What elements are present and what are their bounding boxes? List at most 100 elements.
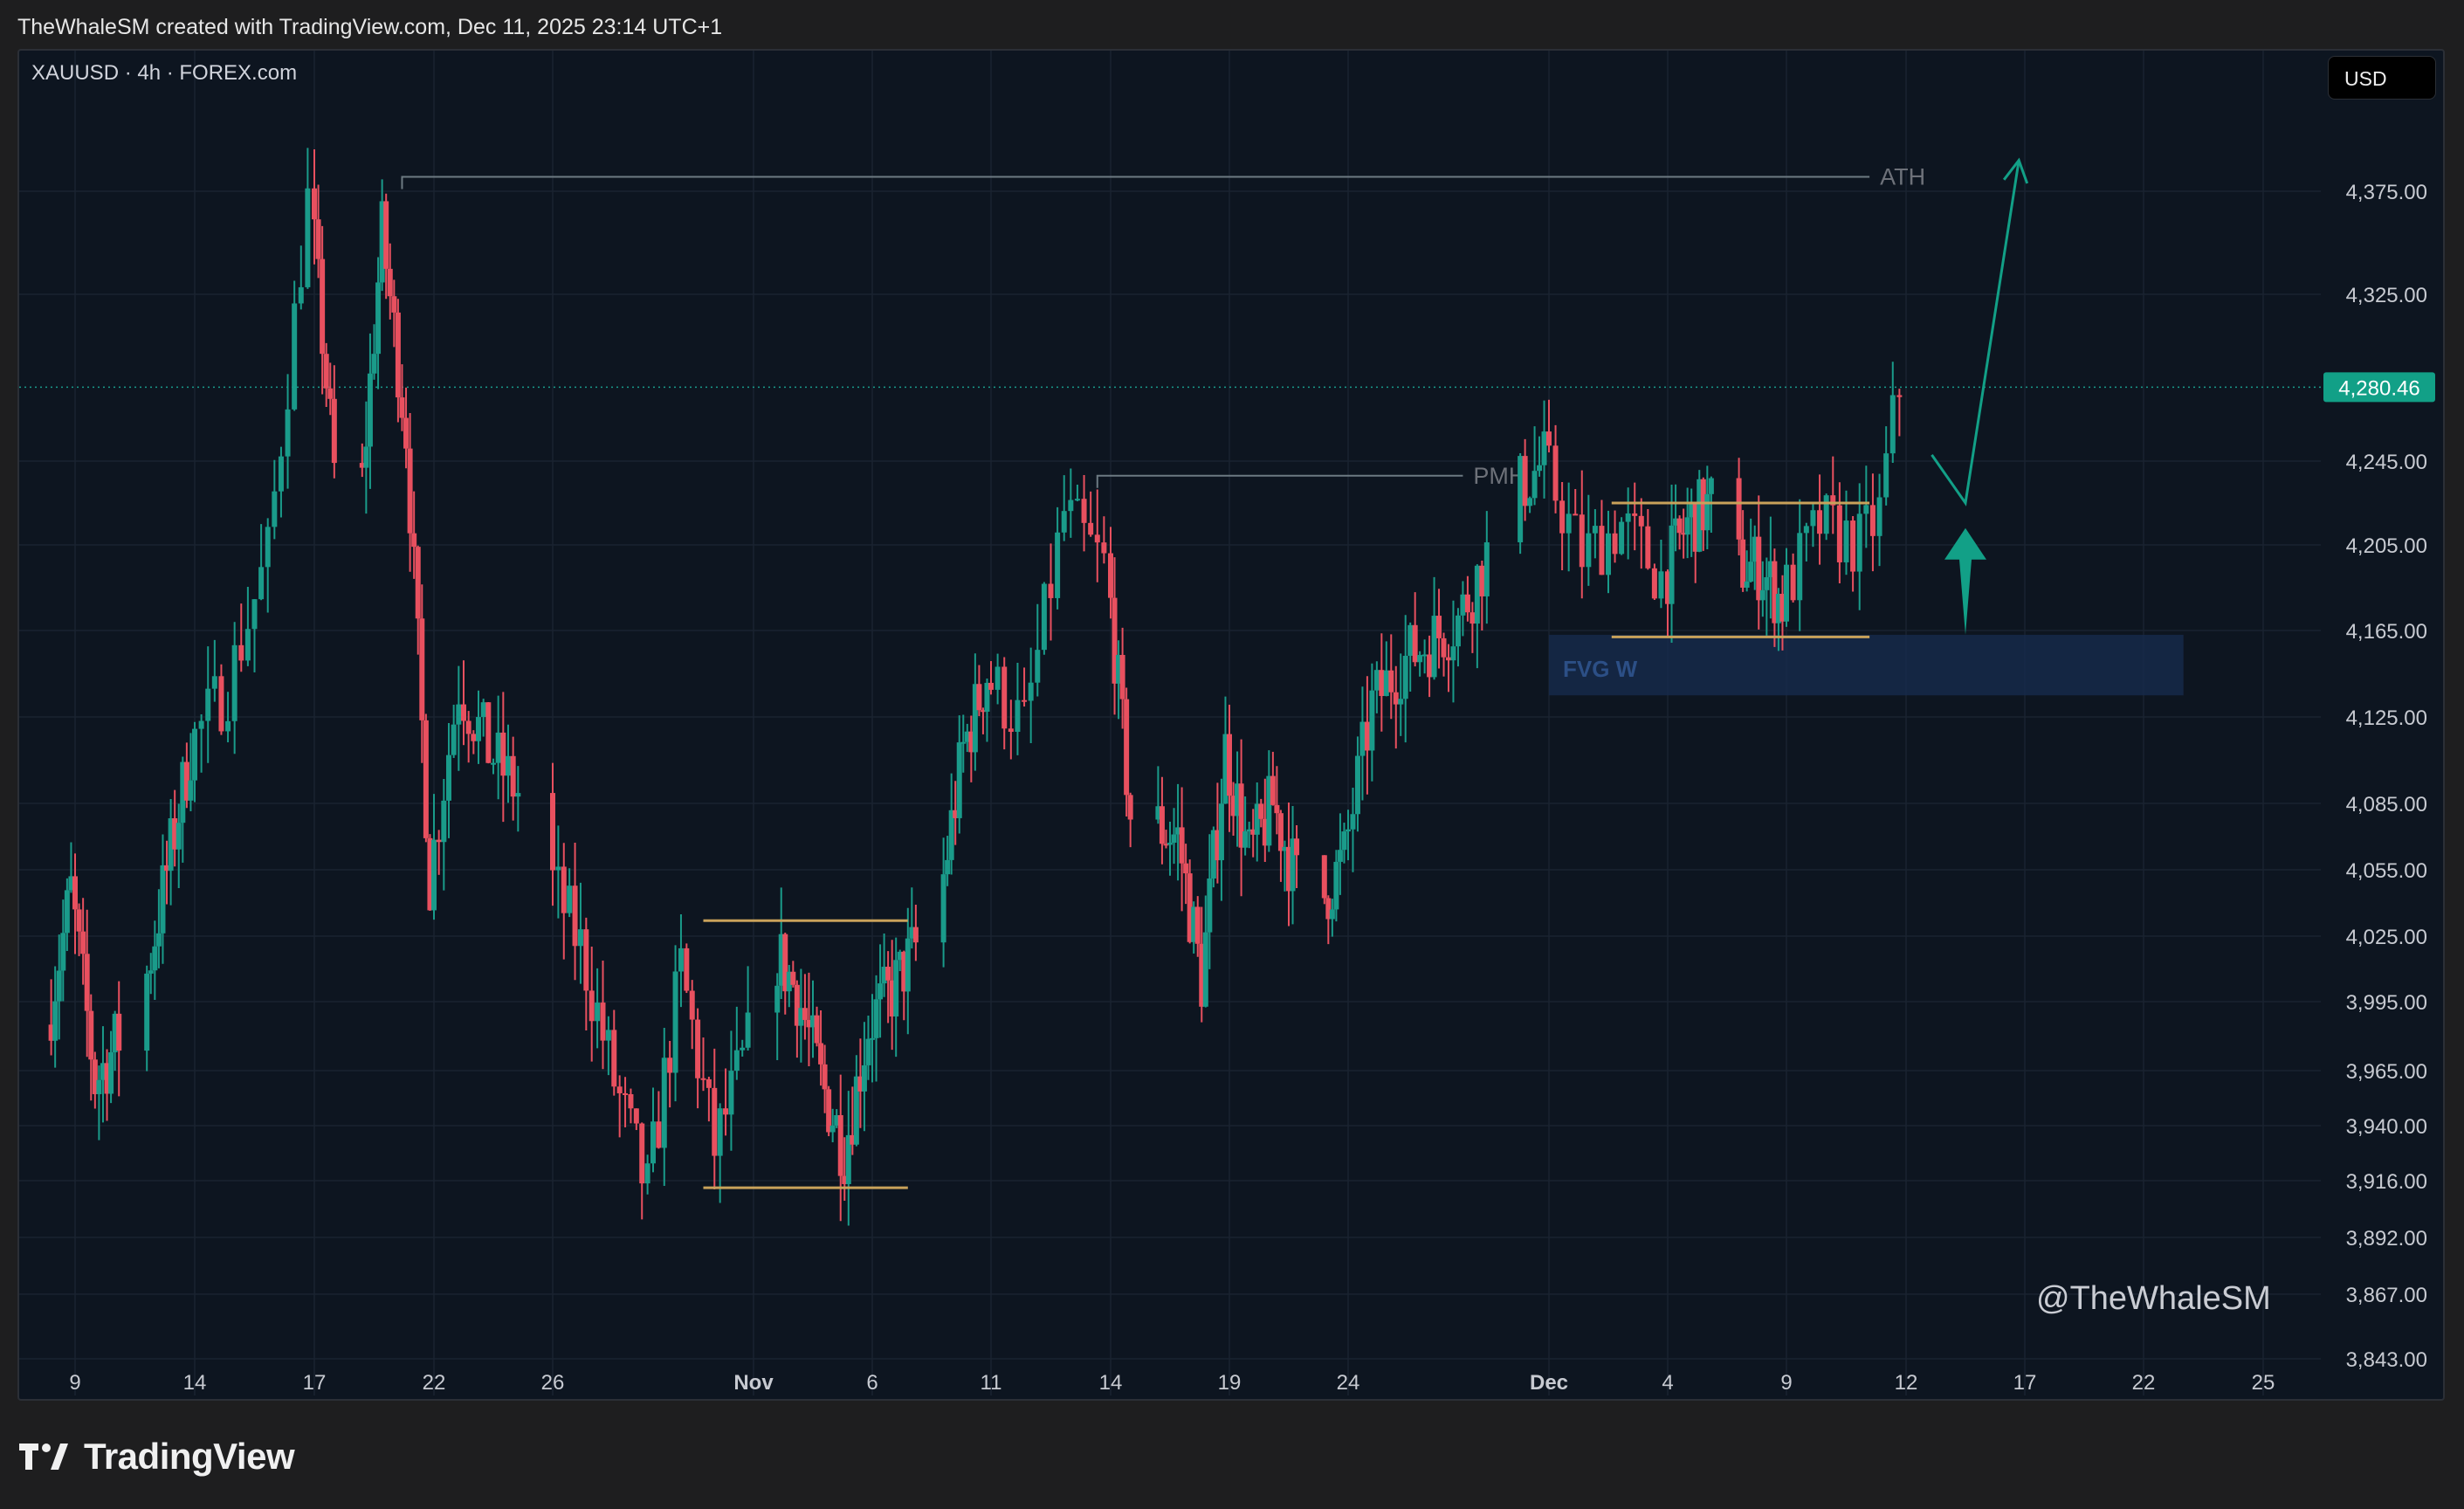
candle-body <box>837 1115 843 1176</box>
candle-body <box>1704 493 1710 531</box>
candle-body <box>116 1013 122 1051</box>
candle-body <box>588 990 595 1022</box>
candle-body <box>192 728 197 781</box>
candle-body <box>1048 583 1054 598</box>
currency-button[interactable]: USD <box>2328 56 2436 100</box>
time-tick-label: 24 <box>1337 1371 1360 1395</box>
candle-body <box>829 1125 836 1133</box>
candle-body <box>712 1087 718 1156</box>
candle-body <box>331 398 337 464</box>
candle-body <box>415 547 421 619</box>
candle-body <box>211 676 217 689</box>
candle-body <box>471 734 477 741</box>
candle-body <box>1645 526 1651 568</box>
candle-body <box>315 219 321 259</box>
price-axis[interactable]: 3,843.00 3,867.00 3,892.00 3,916.00 3,940.00… <box>2323 181 2435 1372</box>
candle-body <box>1427 654 1433 678</box>
candle-body <box>1294 838 1300 856</box>
candle-body <box>76 909 82 932</box>
candle-body <box>1573 513 1579 516</box>
candle-body <box>695 1019 701 1078</box>
candle-body <box>1277 813 1284 851</box>
candle-body <box>600 1003 606 1041</box>
candle-body <box>465 720 471 734</box>
candle-body <box>1856 513 1862 572</box>
tradingview-logo-icon <box>19 1444 68 1470</box>
time-tick-label: 17 <box>303 1371 327 1395</box>
candle-body <box>623 1092 629 1095</box>
candle-body <box>305 188 311 287</box>
candle-body <box>1218 803 1224 861</box>
candle-body <box>52 1001 59 1041</box>
chart-area[interactable]: FVG W ATH PMH 3,843.00 3,867.00 3,892.00 3,9… <box>17 49 2445 1401</box>
candle-body <box>1373 670 1380 691</box>
candle-body <box>441 800 447 843</box>
candle-body <box>1068 500 1074 512</box>
candle-body <box>885 967 891 981</box>
candle-body <box>1101 542 1107 554</box>
candle-body <box>451 724 457 755</box>
candle-body <box>1159 806 1165 844</box>
candle-body <box>320 258 326 355</box>
candle-body <box>1638 515 1644 527</box>
candle-body <box>1669 525 1675 604</box>
candle-body <box>1883 453 1889 498</box>
price-tick-label: 3,867.00 <box>2346 1284 2427 1307</box>
candle-body <box>500 732 506 776</box>
price-tick-label: 3,965.00 <box>2346 1060 2427 1084</box>
time-tick-label: 26 <box>541 1371 565 1395</box>
time-tick-label: 14 <box>183 1371 207 1395</box>
candle-body <box>1863 505 1869 514</box>
price-chart[interactable]: FVG W ATHPMH 3,843.003,867.003,892.003,9… <box>19 51 2443 1399</box>
candle-body <box>1431 616 1437 678</box>
candle-body <box>870 1037 875 1040</box>
price-tick-label: 3,940.00 <box>2346 1115 2427 1139</box>
candle-body <box>1586 533 1592 568</box>
candle-body <box>1015 699 1021 733</box>
candle-body <box>861 1065 867 1092</box>
candle-body <box>278 456 284 492</box>
candle-body <box>1541 431 1547 465</box>
symbol-label[interactable]: XAUUSD · 4h · FOREX.com <box>31 61 297 86</box>
ath-label: ATH <box>1880 163 1925 189</box>
candle-body <box>1764 576 1770 590</box>
time-tick-label: 22 <box>2132 1371 2156 1395</box>
candle-body <box>1759 589 1765 601</box>
time-tick-label: 19 <box>1218 1371 1242 1395</box>
candle-body <box>1388 670 1394 692</box>
candle-body <box>1850 520 1856 572</box>
candle-body <box>88 1010 94 1060</box>
candle-body <box>656 1121 662 1148</box>
candle-body <box>774 985 781 1013</box>
tradingview-logo[interactable]: TradingView <box>19 1432 295 1481</box>
candle-body <box>717 1108 723 1156</box>
candle-body <box>1194 906 1201 944</box>
candle-body <box>1108 553 1113 598</box>
range-boxes <box>703 501 1870 1189</box>
time-axis[interactable]: 9 14 17 22 26 Nov 6 11 14 19 24 Dec 4 9 12 17 22 25 <box>69 1371 2275 1395</box>
candle-body <box>431 839 437 911</box>
candle-body <box>1171 834 1177 844</box>
candle-body <box>285 409 291 457</box>
candle-body <box>1479 565 1485 596</box>
candle-body <box>678 947 684 972</box>
candle-body <box>1354 755 1360 815</box>
candle-body <box>1341 831 1347 851</box>
candle-body <box>371 354 377 374</box>
candle-body <box>1412 624 1418 663</box>
time-tick-label: 17 <box>2013 1371 2037 1395</box>
candle-body <box>1028 682 1034 701</box>
candle-body <box>461 704 466 721</box>
candle-body <box>893 960 899 1017</box>
candle-body <box>567 885 573 913</box>
candle-body <box>1408 624 1414 656</box>
candle-body <box>1055 532 1061 598</box>
candle-body <box>1364 721 1370 751</box>
price-tick-label: 4,055.00 <box>2346 859 2427 883</box>
candle-body <box>1041 583 1047 651</box>
candle-body <box>818 1043 824 1065</box>
candle-body <box>802 1008 808 1020</box>
candle-body <box>155 933 162 947</box>
candle-body <box>1464 594 1470 613</box>
candle-body <box>790 971 796 985</box>
